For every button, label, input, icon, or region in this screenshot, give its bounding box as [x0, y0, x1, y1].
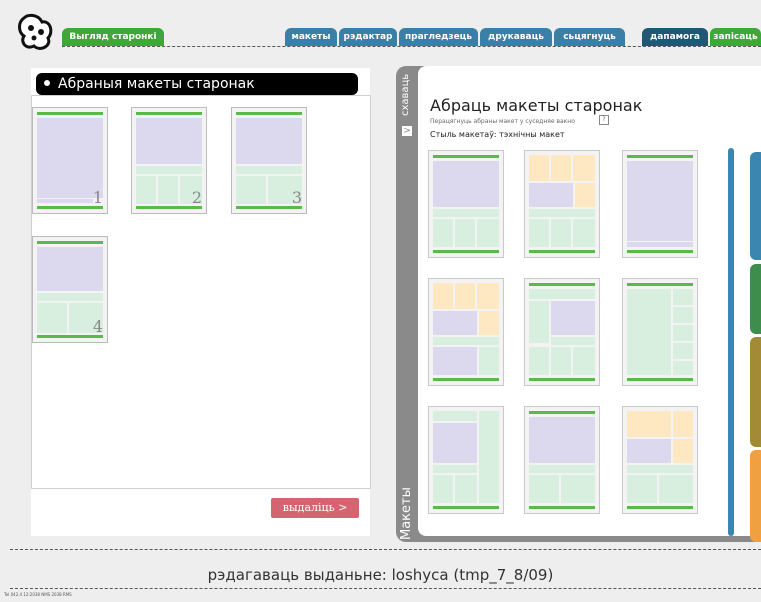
tab-help[interactable]: дапамога: [642, 28, 708, 46]
side-tab-orange[interactable]: [750, 450, 761, 542]
selected-layout-thumb[interactable]: 1: [32, 107, 108, 214]
hide-panel-tab[interactable]: схаваць >: [396, 74, 418, 144]
tab-layouts[interactable]: макеты: [285, 28, 337, 46]
thumb-number: 1: [92, 188, 103, 207]
layout-style-label: Стыль макетаў: тэхнічны макет: [430, 130, 565, 139]
layout-option[interactable]: [622, 278, 698, 386]
selected-layout-thumb[interactable]: 3: [231, 107, 307, 214]
delete-button[interactable]: выдаліць >: [271, 498, 359, 518]
layouts-side-label: Макеты: [399, 487, 414, 540]
layout-option[interactable]: [524, 278, 600, 386]
layout-option[interactable]: [428, 278, 504, 386]
catalog-scrollbar[interactable]: [728, 148, 734, 536]
side-tab-green[interactable]: [750, 264, 761, 334]
selected-layouts-title: Абраныя макеты старонак: [36, 73, 358, 95]
tab-editor[interactable]: рэдактар: [339, 28, 397, 46]
layout-option[interactable]: [622, 406, 698, 514]
hide-panel-label: схаваць: [400, 73, 411, 116]
help-icon[interactable]: ?: [599, 115, 609, 125]
tab-print[interactable]: друкаваць: [480, 28, 552, 46]
selected-layout-thumb[interactable]: 2: [131, 107, 207, 214]
tab-save[interactable]: запісаць: [710, 28, 761, 46]
tab-download[interactable]: сьцягнуць: [554, 28, 625, 46]
tab-page-view[interactable]: Выгляд старонкі: [62, 28, 164, 46]
layout-option[interactable]: [524, 150, 600, 258]
tab-preview[interactable]: прагледзець: [399, 28, 478, 46]
layout-option[interactable]: [428, 406, 504, 514]
thumb-number: 3: [291, 188, 302, 207]
layout-option[interactable]: [622, 150, 698, 258]
header-divider: [62, 46, 761, 47]
catalog-title: Абраць макеты старонак: [430, 96, 643, 115]
edit-status: рэдагаваць выданьне: loshyca (tmp_7_8/09…: [207, 566, 554, 584]
footer-divider-bottom: [10, 588, 761, 589]
thumb-number: 2: [191, 188, 202, 207]
catalog-hint: Перацягнуць абраны макет у суседняе вакн…: [430, 118, 575, 125]
footer-divider-top: [10, 549, 761, 550]
side-tab-olive[interactable]: [750, 337, 761, 447]
logo-icon: [18, 13, 53, 50]
footer-fineprint: Tel 042.4 12:2038 NMS 2038 RMS: [4, 592, 72, 597]
side-tab-blue[interactable]: [750, 152, 761, 260]
chevron-right-icon[interactable]: >: [402, 126, 412, 136]
selected-layout-thumb[interactable]: 4: [32, 236, 108, 343]
layout-option[interactable]: [428, 150, 504, 258]
layout-option[interactable]: [524, 406, 600, 514]
thumb-number: 4: [92, 317, 103, 336]
